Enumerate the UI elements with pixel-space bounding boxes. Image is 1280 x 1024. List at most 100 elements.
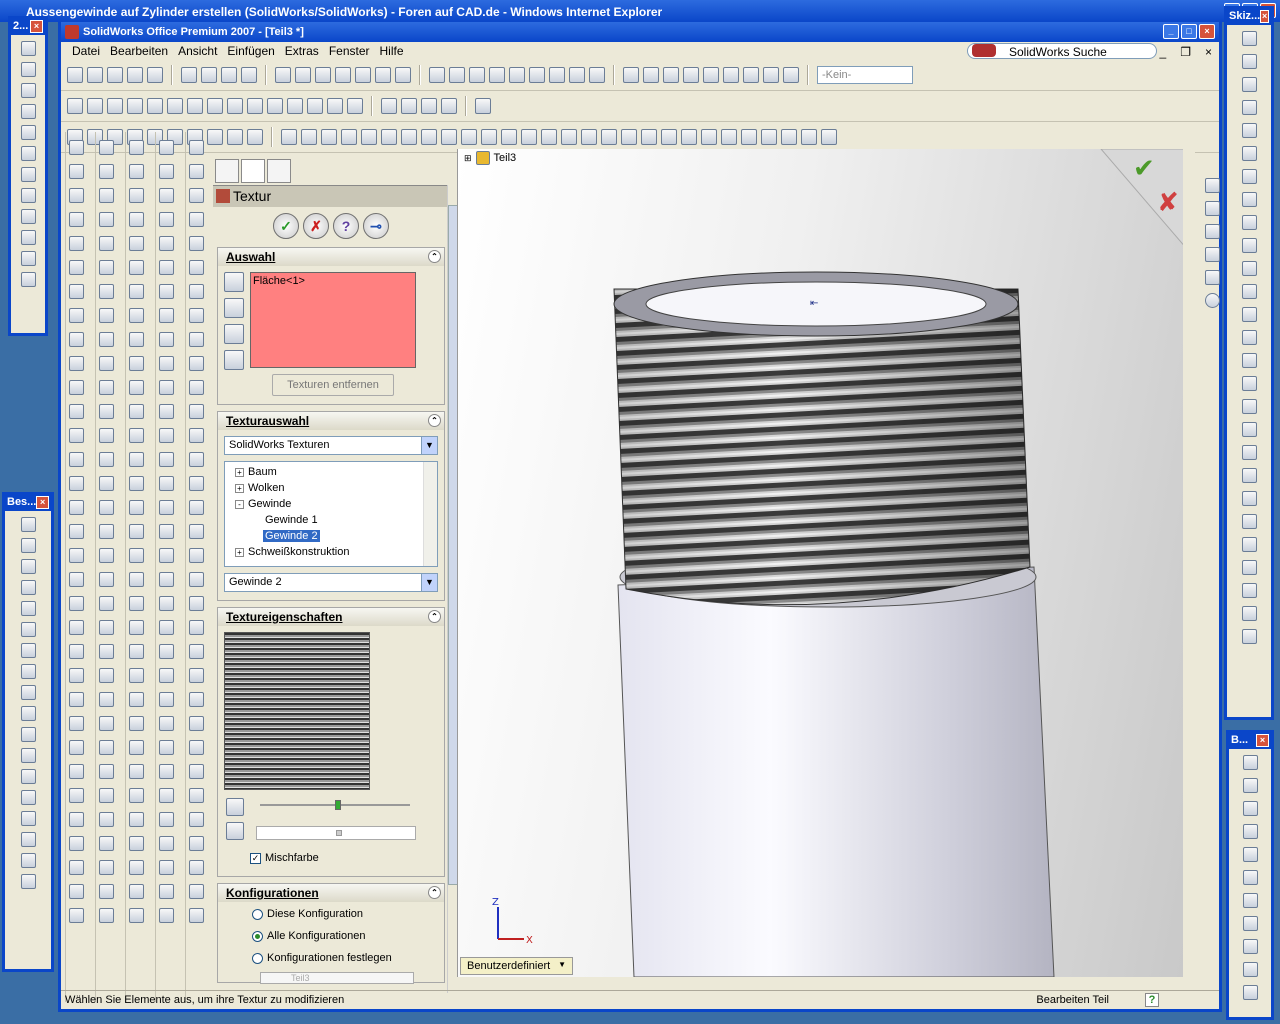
tool-icon[interactable]	[189, 500, 204, 515]
tool-icon[interactable]	[159, 380, 174, 395]
tool-icon[interactable]	[129, 260, 144, 275]
palette-right-top[interactable]: Skiz... ×	[1224, 6, 1274, 720]
tool-icon[interactable]	[20, 832, 36, 847]
tool-icon[interactable]	[69, 716, 84, 731]
tool-icon[interactable]	[207, 98, 223, 114]
tool-icon[interactable]	[189, 164, 204, 179]
view-orientation-icon[interactable]	[589, 67, 605, 83]
tool-icon[interactable]	[1241, 468, 1257, 483]
sketch-line-icon[interactable]	[1241, 31, 1257, 46]
tool-icon[interactable]	[335, 67, 351, 83]
collapse-icon[interactable]: ⌃	[428, 414, 441, 427]
tool-icon[interactable]	[159, 668, 174, 683]
view-tab-label[interactable]: Benutzerdefiniert	[467, 960, 550, 972]
body-filter-icon[interactable]	[224, 324, 244, 344]
tool-icon[interactable]	[20, 230, 36, 245]
redo-icon[interactable]	[241, 67, 257, 83]
tool-icon[interactable]	[129, 404, 144, 419]
part-filter-icon[interactable]	[224, 350, 244, 370]
tool-icon[interactable]	[20, 622, 36, 637]
tool-icon[interactable]	[1241, 445, 1257, 460]
tool-icon[interactable]	[99, 740, 114, 755]
rotate-icon[interactable]	[529, 67, 545, 83]
help-icon[interactable]: ?	[1145, 993, 1159, 1007]
tool-icon[interactable]	[69, 452, 84, 467]
tool-icon[interactable]	[69, 764, 84, 779]
tool-icon[interactable]	[99, 836, 114, 851]
feature-manager-tab[interactable]	[215, 159, 239, 183]
radio-alle-konfigurationen[interactable]	[252, 930, 263, 942]
tree-item-label[interactable]: Baum	[248, 466, 277, 478]
dimension-icon[interactable]	[1242, 778, 1258, 793]
texture-dropdown[interactable]: Gewinde 2 ▼	[224, 573, 438, 592]
scale-slider-thumb[interactable]	[335, 800, 341, 810]
tool-icon[interactable]	[341, 129, 357, 145]
tool-icon[interactable]	[159, 692, 174, 707]
tool-icon[interactable]	[69, 836, 84, 851]
tool-icon[interactable]	[189, 260, 204, 275]
tool-icon[interactable]	[20, 853, 36, 868]
tool-icon[interactable]	[99, 452, 114, 467]
tool-icon[interactable]	[69, 500, 84, 515]
print-icon[interactable]	[127, 67, 143, 83]
scale-slider[interactable]	[260, 800, 410, 810]
shaded-edges-icon[interactable]	[723, 67, 739, 83]
tool-icon[interactable]	[1241, 399, 1257, 414]
tree-scrollbar[interactable]	[423, 462, 437, 566]
tool-icon[interactable]	[581, 129, 597, 145]
tool-icon[interactable]	[129, 164, 144, 179]
tool-icon[interactable]	[1242, 870, 1258, 885]
tool-icon[interactable]	[159, 236, 174, 251]
tool-icon[interactable]	[481, 129, 497, 145]
tool-icon[interactable]	[99, 356, 114, 371]
tool-icon[interactable]	[159, 284, 174, 299]
tool-icon[interactable]	[159, 524, 174, 539]
tool-icon[interactable]	[129, 428, 144, 443]
tool-icon[interactable]	[159, 860, 174, 875]
tool-icon[interactable]	[129, 500, 144, 515]
tool-icon[interactable]	[20, 125, 36, 140]
palette-icon[interactable]	[1204, 270, 1220, 285]
dimension-icon[interactable]	[1242, 755, 1258, 770]
menu-bearbeiten[interactable]: Bearbeiten	[105, 43, 173, 59]
radio-diese-konfiguration[interactable]	[252, 908, 263, 920]
tool-icon[interactable]	[421, 129, 437, 145]
tool-icon[interactable]	[761, 129, 777, 145]
tool-icon[interactable]	[701, 129, 717, 145]
expand-icon[interactable]: +	[235, 483, 244, 493]
tool-icon[interactable]	[129, 212, 144, 227]
config-option[interactable]: Diese Konfiguration	[252, 908, 363, 920]
tool-icon[interactable]	[20, 209, 36, 224]
tool-icon[interactable]	[801, 129, 817, 145]
tool-icon[interactable]	[189, 404, 204, 419]
tool-icon[interactable]	[99, 716, 114, 731]
tool-icon[interactable]	[69, 140, 84, 155]
tool-icon[interactable]	[821, 129, 837, 145]
tool-icon[interactable]	[159, 908, 174, 923]
arc-icon[interactable]	[1241, 261, 1257, 276]
tool-icon[interactable]	[159, 452, 174, 467]
spline-icon[interactable]	[1241, 284, 1257, 299]
tool-icon[interactable]	[69, 356, 84, 371]
tool-icon[interactable]	[281, 129, 297, 145]
tool-icon[interactable]	[189, 812, 204, 827]
shaft-body[interactable]	[617, 566, 1055, 977]
tool-icon[interactable]	[741, 129, 757, 145]
appearance-icon[interactable]	[783, 67, 799, 83]
tool-icon[interactable]	[129, 524, 144, 539]
arc-icon[interactable]	[1241, 238, 1257, 253]
tool-icon[interactable]	[159, 764, 174, 779]
blend-option[interactable]: ✓ Mischfarbe	[250, 852, 319, 864]
menu-einfuegen[interactable]: Einfügen	[222, 43, 279, 59]
tool-icon[interactable]	[129, 188, 144, 203]
tool-icon[interactable]	[159, 620, 174, 635]
tool-icon[interactable]	[20, 146, 36, 161]
zoom-fit-icon[interactable]	[449, 67, 465, 83]
tool-icon[interactable]	[1241, 560, 1257, 575]
select-filter-icon[interactable]	[295, 67, 311, 83]
tree-item-selected[interactable]: Gewinde 2	[225, 528, 437, 544]
tool-icon[interactable]	[99, 884, 114, 899]
tool-icon[interactable]	[69, 668, 84, 683]
tool-icon[interactable]	[99, 500, 114, 515]
tool-icon[interactable]	[99, 140, 114, 155]
